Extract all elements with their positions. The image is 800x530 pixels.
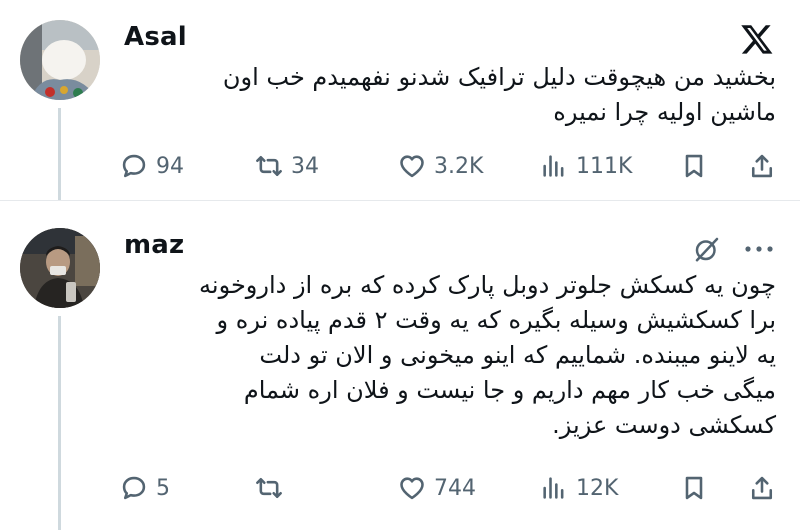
tweet-text-line: چون یه کسکش جلوتر دوبل پارک کرده که بره … xyxy=(199,271,776,299)
share-button[interactable] xyxy=(748,474,776,502)
reply-icon xyxy=(122,476,146,500)
like-button[interactable]: 744 xyxy=(398,474,476,502)
more-icon[interactable] xyxy=(744,244,774,254)
grok-icon[interactable] xyxy=(692,234,722,264)
views-icon xyxy=(543,477,564,499)
reply-count: 5 xyxy=(156,475,170,501)
views-button[interactable]: 12K xyxy=(540,474,618,502)
tweet-text: چون یه کسکش جلوتر دوبل پارک کرده که بره … xyxy=(116,268,776,443)
views-count: 12K xyxy=(576,475,619,501)
share-icon xyxy=(751,476,773,500)
retweet-icon xyxy=(256,477,282,499)
retweet-button[interactable] xyxy=(255,474,291,502)
reply-button[interactable]: 5 xyxy=(120,474,170,502)
bookmark-icon xyxy=(685,476,703,500)
author-name[interactable]: maz xyxy=(124,230,184,260)
like-count: 744 xyxy=(434,475,476,501)
tweet-header-actions xyxy=(692,234,774,264)
action-bar: 5 744 12K xyxy=(120,468,780,508)
tweet-text-line: کسکشی دوست عزیز. xyxy=(552,411,776,439)
tweet-text-line: میگی خب کار مهم داریم و جا نیست و فلان ا… xyxy=(243,376,776,404)
like-icon xyxy=(400,477,424,500)
tweet: maz چون یه کسکش جلوتر دوبل پارک کرده که … xyxy=(0,0,800,530)
bookmark-button[interactable] xyxy=(680,474,708,502)
tweet-text-line: برا کسکشیش وسیله بگیره که یه وقت ۲ قدم پ… xyxy=(216,306,776,334)
avatar[interactable] xyxy=(20,228,100,308)
tweet-text-line: یه لاینو میبنده. شماییم که اینو میخونی و… xyxy=(259,341,776,369)
